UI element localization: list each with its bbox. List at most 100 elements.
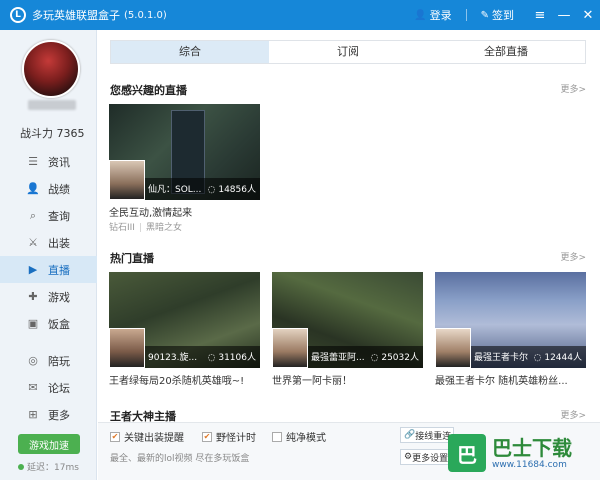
username-blurred <box>28 100 76 110</box>
play-icon: ▶ <box>28 263 38 276</box>
sidebar: 战斗力 7365 ☰ 资讯 👤 战绩 ⌕ 查询 ⚔ 出装 ▶ 直播 ✚ 游戏 ▣ 饭盒 ◎ 陪玩… <box>0 30 97 480</box>
sidebar-item-news[interactable]: ☰ 资讯 <box>0 148 97 175</box>
viewer-count: ◌ 12444人 <box>533 353 582 363</box>
checkbox-checked-icon: ✔ <box>110 431 120 442</box>
box-icon: ▣ <box>27 317 39 330</box>
tab-overview[interactable]: 综合 <box>111 41 269 63</box>
app-title: 多玩英雄联盟盒子 <box>32 9 120 22</box>
nav-label: 资讯 <box>48 155 70 169</box>
button-label: 接线重连 <box>415 431 452 442</box>
stream-card[interactable]: 90123.旋... ◌ 31106人 <box>109 272 260 368</box>
nav-label: 战绩 <box>48 182 70 196</box>
watermark: 巴 巴士下载 www.11684.com <box>448 424 598 480</box>
viewer-count: ◌ 31106人 <box>207 353 256 363</box>
jungle-timer-checkbox[interactable]: ✔ 野怪计时 <box>202 429 256 444</box>
divider <box>465 9 467 21</box>
tab-all-live[interactable]: 全部直播 <box>427 41 585 63</box>
main-content: 综合 订阅 全部直播 您感兴趣的直播 更多> 仙凡：SOL... ◌ 14856… <box>98 30 600 480</box>
more-link-hot[interactable]: 更多> <box>560 250 586 263</box>
status-dot-icon <box>18 464 24 470</box>
reconnect-button[interactable]: 🔗 接线重连 <box>400 427 454 443</box>
app-logo-icon: L <box>10 7 26 23</box>
login-label: 登录 <box>429 9 452 22</box>
watermark-text: 巴士下载 <box>492 436 572 460</box>
hero-text: 黑暗之女 <box>146 223 183 233</box>
latency-text: 延迟：17ms <box>27 463 79 473</box>
watermark-url: www.11684.com <box>492 460 567 470</box>
link-icon: 🔗 <box>404 430 416 440</box>
streamer-name: 90123.旋... <box>148 353 198 363</box>
tab-bar: 综合 订阅 全部直播 <box>110 40 586 64</box>
news-icon: ☰ <box>28 155 38 168</box>
checkbox-label: 关键出装提醒 <box>124 433 184 444</box>
sidebar-item-games[interactable]: ✚ 游戏 <box>0 283 97 310</box>
signin-button[interactable]: ✎ 签到 <box>481 7 514 23</box>
stream-caption[interactable]: 世界第一阿卡丽！ <box>272 372 352 387</box>
user-icon: 👤 <box>414 9 427 21</box>
sidebar-item-live[interactable]: ▶ 直播 <box>0 256 97 283</box>
sidebar-item-box[interactable]: ▣ 饭盒 <box>0 310 97 337</box>
gear-icon: ⚙ <box>404 452 413 462</box>
avatar[interactable] <box>22 40 80 98</box>
rank-text: 钻石III <box>109 223 135 233</box>
close-icon[interactable]: ✕ <box>576 8 600 23</box>
nav-label: 饭盒 <box>48 317 70 331</box>
nav-label: 更多 <box>48 408 70 422</box>
stream-card[interactable]: 最强蕾亚阿... ◌ 25032人 <box>272 272 423 368</box>
sidebar-item-companion[interactable]: ◎ 陪玩 <box>0 347 97 374</box>
nav-menu: ☰ 资讯 👤 战绩 ⌕ 查询 ⚔ 出装 ▶ 直播 ✚ 游戏 ▣ 饭盒 <box>0 148 97 337</box>
more-link-interest[interactable]: 更多> <box>560 82 586 95</box>
game-boost-button[interactable]: 游戏加速 <box>18 434 80 454</box>
stream-caption[interactable]: 最强王者卡尔 随机英雄粉丝... <box>435 372 568 387</box>
grid-icon: ⊞ <box>28 408 38 421</box>
signin-label: 签到 <box>492 9 514 22</box>
nav-label: 查询 <box>48 209 70 223</box>
nav-label: 出装 <box>48 236 70 250</box>
viewer-count-text: 12444人 <box>544 353 582 363</box>
viewer-count-text: 25032人 <box>381 353 419 363</box>
checkbox-label: 野怪计时 <box>216 433 256 444</box>
login-button[interactable]: 👤 登录 <box>414 7 451 23</box>
minimize-icon[interactable]: — <box>552 8 576 23</box>
latency-indicator: 延迟：17ms <box>18 460 79 473</box>
streamer-name: 仙凡：SOL... <box>148 185 202 195</box>
forum-icon: ✉ <box>28 381 38 394</box>
checkbox-unchecked-icon <box>272 431 282 442</box>
stream-card[interactable]: 仙凡：SOL... ◌ 14856人 <box>109 104 260 200</box>
user-icon: 👤 <box>26 182 40 195</box>
stream-caption[interactable]: 王者绿每局20杀随机英雄哦~! <box>109 372 244 387</box>
companion-icon: ◎ <box>28 354 38 367</box>
stream-caption[interactable]: 全民互动,激情起来 <box>109 204 192 219</box>
streamer-avatar <box>109 328 145 368</box>
tab-subscribed[interactable]: 订阅 <box>269 41 427 63</box>
sidebar-item-record[interactable]: 👤 战绩 <box>0 175 97 202</box>
combat-power: 战斗力 7365 <box>20 127 85 140</box>
gamepad-icon: ✚ <box>28 290 38 303</box>
nav-label: 直播 <box>48 263 70 277</box>
bottom-tip: 最全、最新的lol视频 尽在多玩饭盒 <box>110 454 250 464</box>
stream-meta: 钻石III | 黑暗之女 <box>109 223 183 233</box>
app-version: (5.0.1.0) <box>124 9 167 21</box>
menu-icon[interactable]: ≡ <box>528 8 552 23</box>
streamer-name: 最强王者卡尔 <box>474 353 529 363</box>
stream-card[interactable]: 最强王者卡尔 ◌ 12444人 <box>435 272 586 368</box>
streamer-name: 最强蕾亚阿... <box>311 353 365 363</box>
item-reminder-checkbox[interactable]: ✔ 关键出装提醒 <box>110 429 184 444</box>
sidebar-item-equip[interactable]: ⚔ 出装 <box>0 229 97 256</box>
sidebar-item-forum[interactable]: ✉ 论坛 <box>0 374 97 401</box>
streamer-avatar <box>109 160 145 200</box>
sidebar-item-more[interactable]: ⊞ 更多 <box>0 401 97 428</box>
more-settings-button[interactable]: ⚙ 更多设置 <box>400 449 454 465</box>
sidebar-item-query[interactable]: ⌕ 查询 <box>0 202 97 229</box>
pure-mode-checkbox[interactable]: 纯净模式 <box>272 429 326 444</box>
checkbox-checked-icon: ✔ <box>202 431 212 442</box>
search-icon: ⌕ <box>29 208 37 222</box>
streamer-avatar <box>272 328 308 368</box>
nav-label: 陪玩 <box>48 354 70 368</box>
watermark-logo-icon: 巴 <box>448 434 486 472</box>
section-title-hot: 热门直播 <box>110 252 154 265</box>
viewer-count: ◌ 14856人 <box>207 185 256 195</box>
more-link-king[interactable]: 更多> <box>560 408 586 421</box>
section-title-interest: 您感兴趣的直播 <box>110 84 187 97</box>
button-label: 更多设置 <box>412 453 449 464</box>
